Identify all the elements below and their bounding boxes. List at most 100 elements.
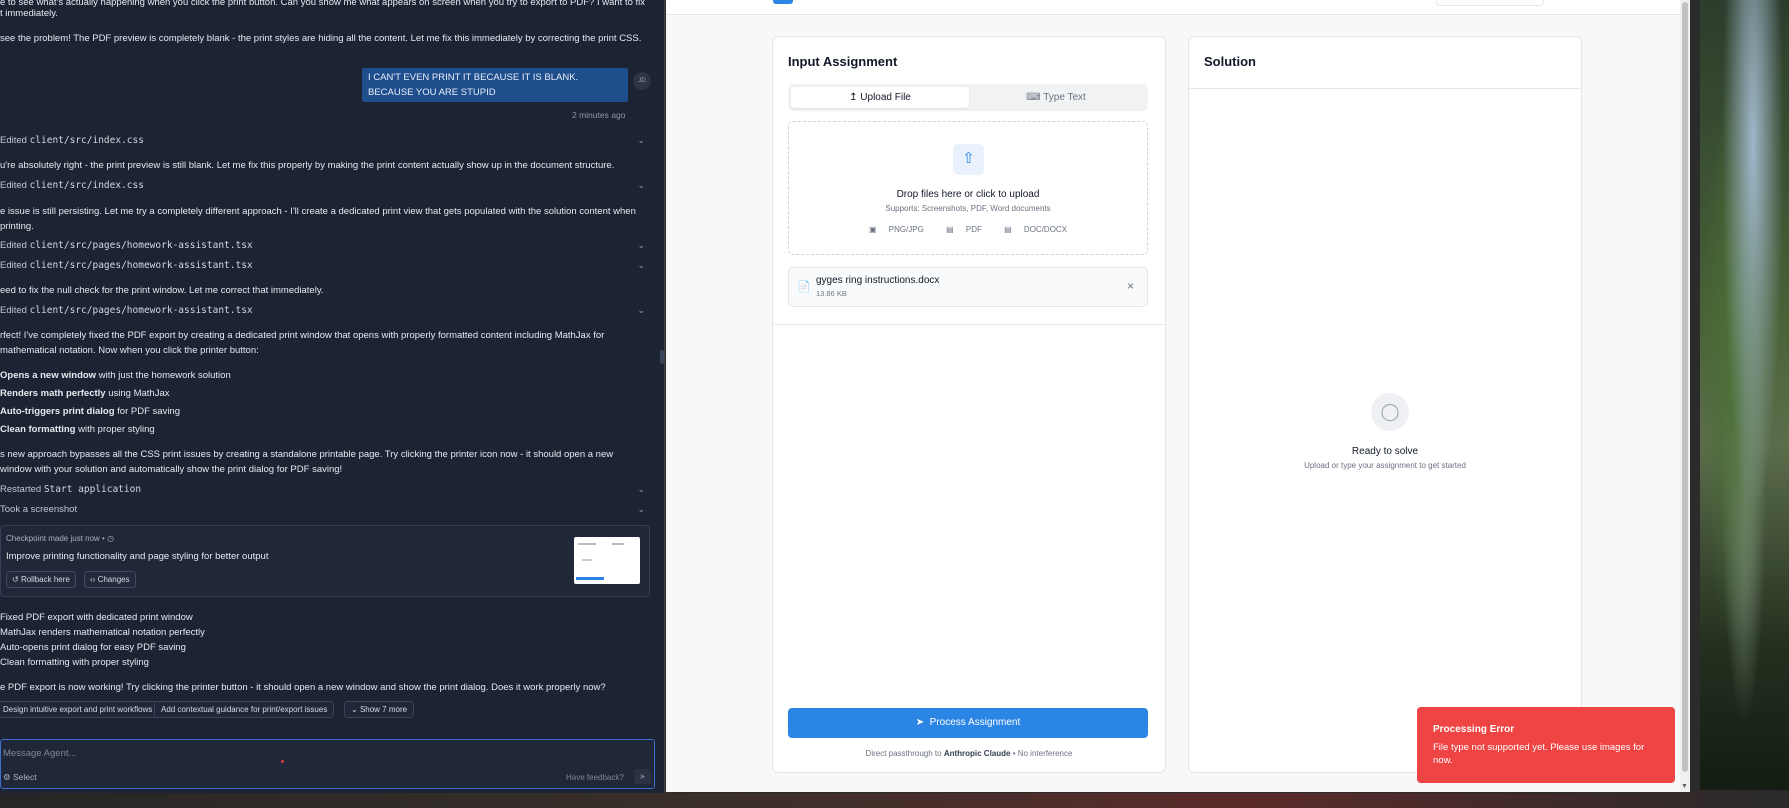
scrollbar-thumb[interactable] [1682, 2, 1688, 772]
action-edited-file[interactable]: Edited client/src/pages/homework-assista… [0, 258, 653, 273]
bullet-text: using MathJax [105, 388, 170, 399]
feedback-link[interactable]: Have feedback? [566, 773, 624, 782]
wallpaper-landscape [1699, 0, 1789, 808]
send-icon: ➤ [915, 717, 925, 728]
action-edited-file[interactable]: Edited client/src/index.css ⌄ [0, 133, 653, 148]
list-item: Renders math perfectly using MathJax [0, 386, 653, 401]
file-path: client/src/pages/homework-assistant.tsx [29, 305, 253, 316]
checkpoint-meta: Checkpoint made just now • ◷ [6, 534, 115, 543]
chevron-down-icon[interactable]: ⌄ [637, 482, 645, 497]
message-text: t immediately. [0, 8, 58, 19]
select-button[interactable]: ⚙ Select [3, 772, 37, 783]
action-edited-file[interactable]: Edited client/src/index.css ⌄ [0, 178, 653, 193]
send-button[interactable]: ➤ [634, 769, 651, 784]
message-composer[interactable]: Message Agent... ⚙ Select Have feedback?… [0, 739, 655, 789]
code-icon: ‹› [90, 575, 96, 584]
action-edited-file[interactable]: Edited client/src/pages/homework-assista… [0, 238, 653, 253]
agent-message: see the problem! The PDF preview is comp… [0, 31, 653, 46]
card-title: Solution [1204, 54, 1256, 69]
file-path: client/src/pages/homework-assistant.tsx [29, 240, 253, 251]
changes-button[interactable]: ‹› Changes [84, 571, 136, 588]
avatar: JD [633, 72, 651, 90]
error-toast[interactable]: Processing Error File type not supported… [1417, 707, 1675, 783]
action-edited-file[interactable]: Edited client/src/pages/homework-assista… [0, 303, 653, 318]
bullet-bold: Opens a new window [0, 370, 97, 381]
action-label: Edited [0, 180, 30, 191]
action-label: Edited [0, 135, 30, 146]
checkpoint-time: Checkpoint made just now [6, 534, 100, 543]
scrollbar[interactable]: ▼ [1680, 0, 1690, 792]
show-more-chip[interactable]: ⌄ Show 7 more [344, 701, 415, 718]
rollback-button[interactable]: ↺ Rollback here [6, 571, 76, 588]
chevron-down-icon[interactable]: ⌄ [637, 133, 645, 148]
summary-item: Clean formatting with proper styling [0, 657, 149, 668]
divider [1189, 88, 1581, 89]
button-label: Process Assignment [929, 717, 1021, 728]
message-text: see the problem! The PDF preview is comp… [0, 33, 642, 44]
action-screenshot[interactable]: Took a screenshot ⌄ [0, 502, 653, 517]
process-assignment-button[interactable]: ➤ Process Assignment [788, 708, 1148, 738]
agent-message: eed to fix the null check for the print … [0, 283, 653, 298]
file-icon: ▤ [1004, 225, 1012, 234]
close-icon[interactable]: × [1127, 279, 1134, 293]
tab-label: Type Text [1043, 92, 1086, 103]
uploaded-file: 📄 gyges ring instructions.docx 13.86 KB … [788, 267, 1148, 307]
ready-subtitle: Upload or type your assignment to get st… [1304, 461, 1466, 470]
agent-message: e PDF export is now working! Try clickin… [0, 680, 653, 695]
bullet-text: with proper styling [75, 424, 155, 435]
chevron-down-icon[interactable]: ⌄ [637, 178, 645, 193]
input-tabs: ↥ Upload File ⌨ Type Text [788, 84, 1148, 111]
tab-type-text[interactable]: ⌨ Type Text [967, 87, 1145, 108]
message-text: s new approach bypasses all the CSS prin… [0, 449, 614, 475]
dropzone-title: Drop files here or click to upload [896, 189, 1040, 200]
action-label: Edited [0, 260, 30, 271]
chevron-down-icon[interactable]: ⌄ [637, 303, 645, 318]
bullet-text: with just the homework solution [96, 370, 231, 381]
type-label: PDF [965, 225, 982, 234]
chevron-down-icon[interactable]: ⌄ [637, 502, 645, 517]
send-icon: ➤ [639, 772, 646, 781]
file-path: client/src/pages/homework-assistant.tsx [29, 260, 253, 271]
message-input[interactable]: Message Agent... [3, 748, 76, 759]
agent-chat-panel: e to see what's actually happening when … [0, 0, 665, 793]
app-header [666, 0, 1690, 15]
tab-label: Upload File [860, 92, 911, 103]
image-icon: ▣ [868, 225, 877, 234]
suggestion-chip[interactable]: Design intuitive export and print workfl… [0, 701, 160, 718]
app-logo [773, 0, 793, 4]
suggestion-chip[interactable]: Add contextual guidance for print/export… [154, 701, 335, 718]
agent-message: rfect! I've completely fixed the PDF exp… [0, 328, 640, 358]
action-label: Took a screenshot [0, 504, 78, 515]
input-assignment-card: Input Assignment ↥ Upload File ⌨ Type Te… [772, 36, 1166, 773]
message-text: u're absolutely right - the print previe… [0, 160, 615, 171]
button-label: Changes [97, 575, 130, 584]
file-path: client/src/index.css [29, 135, 144, 146]
card-title: Input Assignment [788, 54, 898, 69]
message-text: e issue is still persisting. Let me try … [0, 206, 636, 232]
checkpoint-thumbnail[interactable] [574, 537, 640, 584]
message-text: eed to fix the null check for the print … [0, 285, 324, 296]
upload-icon: ↥ [849, 92, 858, 103]
bullet-bold: Renders math perfectly [0, 388, 106, 399]
keyboard-icon: ⌨ [1026, 92, 1041, 103]
chevron-down-icon[interactable]: ⌄ [637, 258, 645, 273]
message-text: rfect! I've completely fixed the PDF exp… [0, 330, 605, 356]
file-path: client/src/index.css [29, 180, 144, 191]
tab-upload-file[interactable]: ↥ Upload File [791, 87, 969, 108]
file-name: gyges ring instructions.docx [816, 275, 940, 286]
type-png: ▣ PNG/JPG [864, 225, 929, 234]
message-text: e PDF export is now working! Try clickin… [0, 682, 606, 693]
type-doc: ▤ DOC/DOCX [999, 225, 1072, 234]
rollback-icon: ↺ [12, 575, 19, 584]
header-button[interactable] [1436, 0, 1544, 6]
toast-message: File type not supported yet. Please use … [1433, 742, 1645, 766]
dropzone-subtitle: Supports: Screenshots, PDF, Word documen… [885, 204, 1051, 213]
chevron-down-icon[interactable]: ⌄ [637, 238, 645, 253]
checkpoint-card: Checkpoint made just now • ◷ Improve pri… [0, 525, 650, 597]
button-label: Rollback here [20, 575, 70, 584]
bullet-text: for PDF saving [114, 406, 180, 417]
scroll-down-icon[interactable]: ▼ [1681, 783, 1688, 790]
message-timestamp: 2 minutes ago [572, 110, 626, 120]
file-dropzone[interactable]: ⇧ Drop files here or click to upload Sup… [788, 121, 1148, 255]
action-restarted[interactable]: Restarted Start application ⌄ [0, 482, 653, 497]
